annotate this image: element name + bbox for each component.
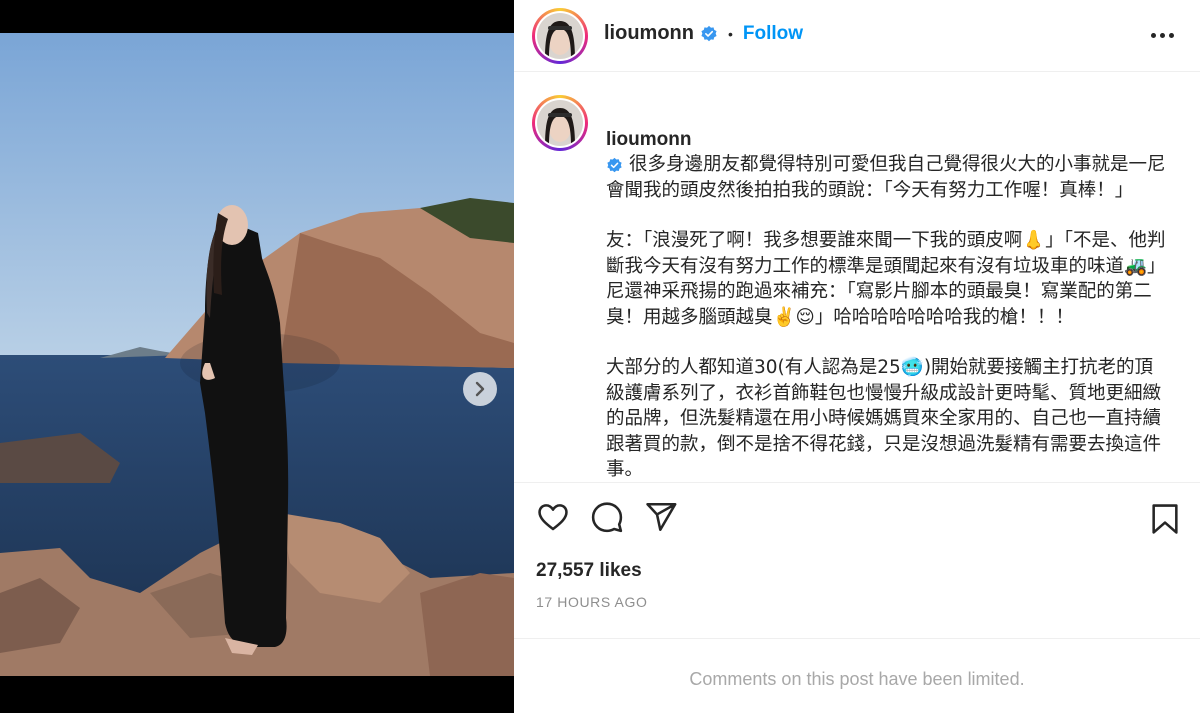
caption-area: lioumonn 很多身邊朋友都覺得特別可愛但我自己覺得很火大的小事就是一尼會聞… xyxy=(514,73,1200,483)
post-header: lioumonn • Follow xyxy=(514,0,1200,72)
comments-limited-notice: Comments on this post have been limited. xyxy=(689,669,1025,689)
header-user: lioumonn • Follow xyxy=(604,22,803,45)
avatar[interactable] xyxy=(532,8,588,64)
more-options-icon[interactable] xyxy=(1151,33,1174,38)
separator-bullet: • xyxy=(727,25,733,42)
likes-count[interactable]: 27,557 likes xyxy=(536,560,642,582)
caption-paragraph: 友：「浪漫死了啊！我多想要誰來聞一下我的頭皮啊👃」「不是、他判斷我今天有沒有努力… xyxy=(606,230,1166,328)
post-media xyxy=(0,0,514,713)
verified-icon xyxy=(701,25,717,41)
verified-icon xyxy=(607,157,622,172)
post-details-panel: lioumonn • Follow lioumonn 很多身邊朋友都覺得特別可愛… xyxy=(514,0,1200,713)
post-timestamp[interactable]: 17 HOURS AGO xyxy=(536,594,647,610)
next-arrow-icon xyxy=(475,381,485,397)
like-heart-icon[interactable] xyxy=(536,500,570,534)
username-link[interactable]: lioumonn xyxy=(604,22,694,45)
caption-avatar[interactable] xyxy=(532,95,588,151)
follow-button[interactable]: Follow xyxy=(743,23,803,45)
post-caption: lioumonn 很多身邊朋友都覺得特別可愛但我自己覺得很火大的小事就是一尼會聞… xyxy=(606,101,1166,508)
share-icon[interactable] xyxy=(644,500,678,534)
comments-bar: Comments on this post have been limited. xyxy=(514,638,1200,713)
post-photo[interactable] xyxy=(0,33,514,676)
caption-paragraph: 大部分的人都知道30(有人認為是25🥶)開始就要接觸主打抗老的頂級護膚系列了，衣… xyxy=(606,357,1162,480)
caption-paragraph: 很多身邊朋友都覺得特別可愛但我自己覺得很火大的小事就是一尼會聞我的頭皮然後拍拍我… xyxy=(606,154,1166,201)
save-bookmark-icon[interactable] xyxy=(1150,502,1180,536)
action-bar xyxy=(536,500,678,534)
next-photo-button[interactable] xyxy=(463,372,497,406)
caption-username[interactable]: lioumonn xyxy=(606,129,691,150)
comment-icon[interactable] xyxy=(590,500,624,534)
